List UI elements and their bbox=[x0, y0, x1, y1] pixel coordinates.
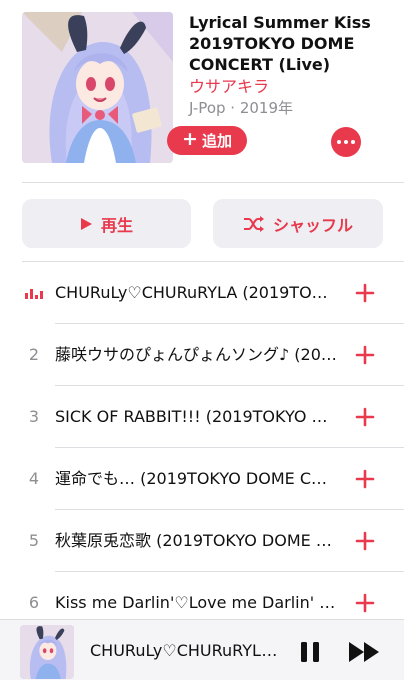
play-icon bbox=[80, 217, 92, 230]
shuffle-icon bbox=[243, 215, 264, 232]
track-number: 4 bbox=[28, 469, 40, 488]
add-track-icon[interactable] bbox=[354, 282, 376, 304]
more-dot-icon bbox=[351, 140, 355, 144]
track-title: 藤咲ウサのぴょんぴょんソング♪ (2019TOKYO DOME CONCERT)… bbox=[55, 345, 337, 364]
album-meta: Lyrical Summer Kiss 2019TOKYO DOME CONCE… bbox=[189, 12, 389, 119]
add-track-icon[interactable] bbox=[354, 406, 376, 428]
play-label: 再生 bbox=[100, 215, 133, 235]
track-title: CHURuLy♡CHURuRYLA (2019TOKYO DOME CONCER… bbox=[55, 283, 337, 302]
album-artist-link[interactable]: ウサアキラ bbox=[189, 76, 389, 97]
track-row[interactable]: 4 運命でも… (2019TOKYO DOME CONCERT) (Live) bbox=[0, 448, 404, 510]
add-track-icon[interactable] bbox=[354, 530, 376, 552]
album-artwork[interactable] bbox=[22, 12, 173, 163]
pause-icon[interactable] bbox=[298, 640, 322, 664]
shuffle-label: シャッフル bbox=[272, 215, 353, 235]
track-row[interactable]: 5 秋葉原兎恋歌 (2019TOKYO DOME CONCERT) (Live) bbox=[0, 510, 404, 572]
track-number: 3 bbox=[28, 407, 40, 426]
mini-player-title: CHURuLy♡CHURuRYLA (2019TOKYO DOME CONCER… bbox=[90, 641, 280, 660]
add-to-library-label: 追加 bbox=[201, 132, 232, 150]
track-number: 5 bbox=[28, 531, 40, 550]
track-row[interactable]: 2 藤咲ウサのぴょんぴょんソング♪ (2019TOKYO DOME CONCER… bbox=[0, 324, 404, 386]
mini-artwork-illustration bbox=[20, 625, 74, 679]
track-title: 運命でも… (2019TOKYO DOME CONCERT) (Live) bbox=[55, 469, 337, 488]
track-number: 2 bbox=[28, 345, 40, 364]
track-row[interactable]: CHURuLy♡CHURuRYLA (2019TOKYO DOME CONCER… bbox=[0, 262, 404, 324]
skip-forward-icon[interactable] bbox=[348, 640, 382, 664]
add-track-icon[interactable] bbox=[354, 592, 376, 614]
mini-player[interactable]: CHURuLy♡CHURuRYLA (2019TOKYO DOME CONCER… bbox=[0, 619, 404, 680]
header-divider bbox=[22, 182, 404, 183]
album-artwork-illustration bbox=[22, 12, 173, 163]
add-track-icon[interactable] bbox=[354, 344, 376, 366]
more-dot-icon bbox=[344, 140, 348, 144]
track-title: 秋葉原兎恋歌 (2019TOKYO DOME CONCERT) (Live) bbox=[55, 531, 337, 550]
shuffle-button[interactable]: シャッフル bbox=[213, 199, 383, 248]
track-row[interactable]: 3 SICK OF RABBIT!!! (2019TOKYO DOME CONC… bbox=[0, 386, 404, 448]
more-options-button[interactable] bbox=[331, 127, 361, 157]
album-title: Lyrical Summer Kiss 2019TOKYO DOME CONCE… bbox=[189, 13, 371, 74]
add-to-library-button[interactable]: + 追加 bbox=[167, 126, 247, 155]
plus-icon: + bbox=[182, 128, 198, 150]
more-dot-icon bbox=[337, 140, 341, 144]
track-title: SICK OF RABBIT!!! (2019TOKYO DOME CONCER… bbox=[55, 407, 337, 426]
album-genre-year: J-Pop · 2019年 bbox=[189, 99, 293, 117]
add-track-icon[interactable] bbox=[354, 468, 376, 490]
play-button[interactable]: 再生 bbox=[22, 199, 191, 248]
now-playing-icon bbox=[25, 289, 44, 299]
mini-player-artwork[interactable] bbox=[20, 625, 74, 679]
